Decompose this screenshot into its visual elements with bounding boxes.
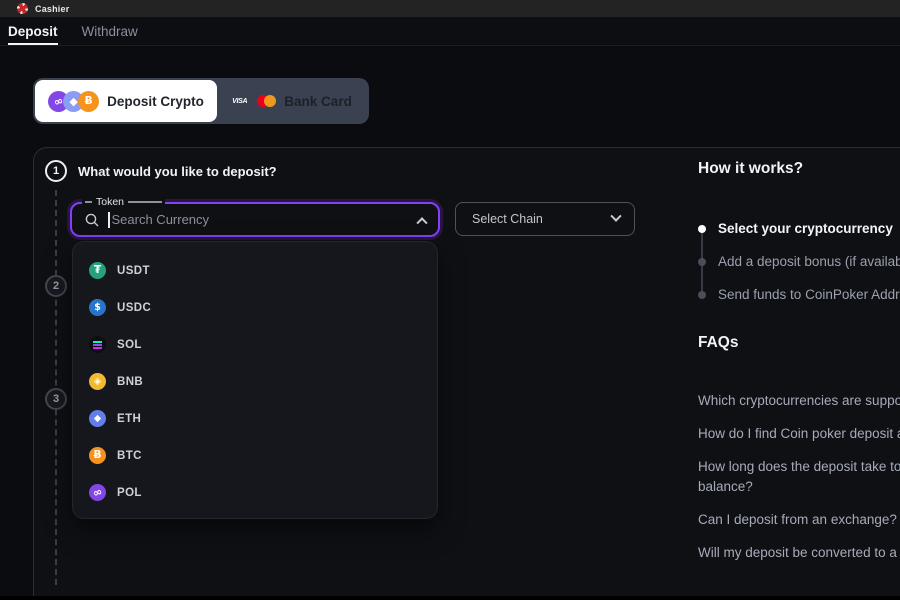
token-option-usdt[interactable]: ₮ USDT — [73, 252, 437, 289]
token-search-box[interactable]: Token — [70, 202, 440, 237]
hiw-step-label: Add a deposit bonus (if available) — [718, 254, 900, 269]
bank-card-label: Bank Card — [284, 94, 352, 109]
mastercard-icon — [257, 95, 276, 107]
window-titlebar: Cashier — [0, 0, 900, 17]
token-label: ETH — [117, 413, 141, 425]
sol-coin-icon — [89, 336, 106, 353]
usdt-coin-icon: ₮ — [89, 262, 106, 279]
tab-deposit[interactable]: Deposit — [8, 17, 58, 45]
coinpoker-logo-icon — [17, 3, 28, 14]
pol-coin-icon: ∞ — [89, 484, 106, 501]
token-option-sol[interactable]: SOL — [73, 326, 437, 363]
cashier-tabs: Deposit Withdraw — [0, 17, 900, 46]
hiw-step-label: Send funds to CoinPoker Address — [718, 287, 900, 302]
tab-deposit-label: Deposit — [8, 24, 58, 39]
deposit-crypto-button[interactable]: ∞◆Ƀ Deposit Crypto — [35, 80, 217, 122]
visa-icon: VISA — [232, 98, 247, 105]
hiw-step[interactable]: Send funds to CoinPoker Address — [698, 278, 900, 311]
hiw-step[interactable]: Select your cryptocurrency — [698, 212, 900, 245]
deposit-method-toggle: ∞◆Ƀ Deposit Crypto VISA Bank Card — [33, 78, 369, 124]
window-title: Cashier — [35, 4, 69, 14]
search-icon — [84, 212, 100, 228]
token-dropdown: ₮ USDT $ USDC SOL ◈ BNB ◆ ETH Ƀ BTC ∞ PO… — [72, 241, 438, 519]
tab-withdraw-label: Withdraw — [82, 24, 138, 39]
crypto-coins-icon: ∞◆Ƀ — [48, 91, 99, 112]
token-option-btc[interactable]: Ƀ BTC — [73, 437, 437, 474]
faq-question[interactable]: How long does the deposit take to show u… — [698, 457, 900, 497]
step-1-question: What would you like to deposit? — [78, 164, 277, 179]
faq-question[interactable]: Which cryptocurrencies are supported? — [698, 391, 900, 411]
faq-list: Which cryptocurrencies are supported? Ho… — [698, 391, 900, 576]
token-option-usdc[interactable]: $ USDC — [73, 289, 437, 326]
chain-select[interactable]: Select Chain — [455, 202, 635, 236]
eth-coin-icon: ◆ — [89, 410, 106, 427]
btc-coin-icon: Ƀ — [89, 447, 106, 464]
bnb-coin-icon: ◈ — [89, 373, 106, 390]
token-label: USDT — [117, 265, 150, 277]
how-it-works-steps: Select your cryptocurrency Add a deposit… — [698, 212, 900, 311]
bank-card-button[interactable]: VISA Bank Card — [217, 80, 367, 122]
deposit-crypto-label: Deposit Crypto — [107, 94, 204, 109]
hiw-bullet-icon — [698, 291, 706, 299]
token-field-label: Token — [82, 196, 165, 208]
token-label: BTC — [117, 450, 142, 462]
tab-withdraw[interactable]: Withdraw — [82, 17, 138, 45]
token-option-eth[interactable]: ◆ ETH — [73, 400, 437, 437]
hiw-step[interactable]: Add a deposit bonus (if available) — [698, 245, 900, 278]
token-option-bnb[interactable]: ◈ BNB — [73, 363, 437, 400]
token-option-pol[interactable]: ∞ POL — [73, 474, 437, 511]
faq-question[interactable]: Can I deposit from an exchange? — [698, 510, 900, 530]
search-currency-input[interactable] — [110, 212, 419, 227]
token-label: USDC — [117, 302, 151, 314]
usdc-coin-icon: $ — [89, 299, 106, 316]
step-1-indicator: 1 — [45, 160, 67, 182]
faq-question[interactable]: How do I find Coin poker deposit address… — [698, 424, 900, 444]
hiw-bullet-icon — [698, 258, 706, 266]
bottom-edge — [0, 596, 900, 600]
token-label: POL — [117, 487, 142, 499]
faqs-title: FAQs — [698, 334, 738, 352]
step-2-indicator: 2 — [45, 275, 67, 297]
faq-question[interactable]: Will my deposit be converted to a differ… — [698, 543, 900, 563]
token-label: SOL — [117, 339, 142, 351]
chain-select-label: Select Chain — [472, 212, 543, 226]
hiw-bullet-icon — [698, 225, 706, 233]
how-it-works-title: How it works? — [698, 160, 803, 178]
token-label: BNB — [117, 376, 143, 388]
step-3-indicator: 3 — [45, 388, 67, 410]
chevron-down-icon — [610, 211, 621, 222]
hiw-step-label: Select your cryptocurrency — [718, 221, 893, 236]
btc-coin-icon: Ƀ — [78, 91, 99, 112]
chevron-up-icon — [416, 217, 427, 228]
